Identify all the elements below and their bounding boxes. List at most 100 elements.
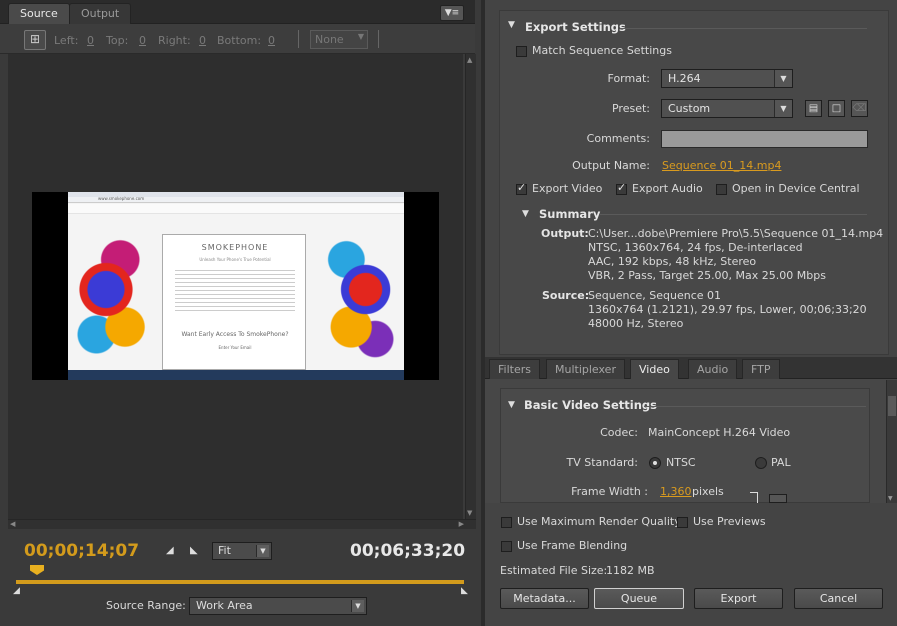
match-sequence-checkbox[interactable] bbox=[516, 46, 527, 57]
set-in-point-icon[interactable]: ◢ bbox=[166, 545, 174, 556]
pal-radio[interactable] bbox=[755, 457, 767, 469]
windows-taskbar bbox=[68, 370, 404, 380]
output-name-link[interactable]: Sequence 01_14.mp4 bbox=[662, 159, 781, 172]
site-nav bbox=[68, 204, 404, 214]
summary-output-line: AAC, 192 kbps, 48 kHz, Stereo bbox=[588, 255, 757, 268]
frame-width-unit: pixels bbox=[692, 485, 724, 498]
toolbar-divider bbox=[378, 30, 379, 48]
save-preset-icon[interactable]: ▤ bbox=[805, 100, 822, 117]
use-previews-checkbox[interactable] bbox=[677, 517, 688, 528]
chevron-down-icon: ▼ bbox=[774, 100, 792, 117]
zoom-select[interactable]: Fit ▼ bbox=[212, 542, 272, 560]
crop-right-value[interactable]: 0 bbox=[199, 34, 206, 47]
scroll-down-icon[interactable]: ▼ bbox=[888, 495, 893, 502]
source-range-label: Source Range: bbox=[106, 599, 186, 612]
frame-blending-label: Use Frame Blending bbox=[517, 539, 628, 552]
crop-left-value[interactable]: 0 bbox=[87, 34, 94, 47]
max-render-quality-checkbox[interactable] bbox=[501, 517, 512, 528]
preview-horizontal-scrollbar[interactable]: ◀ ▶ bbox=[8, 519, 476, 529]
summary-source-label: Source: bbox=[542, 289, 590, 302]
signup-card: SMOKEPHONE Unleash Your Phone's True Pot… bbox=[162, 234, 306, 370]
chain-bracket bbox=[750, 492, 758, 503]
collapse-triangle-icon[interactable]: ▼ bbox=[522, 209, 529, 219]
in-point-marker-icon[interactable]: ◢ bbox=[13, 586, 20, 596]
scroll-right-icon[interactable]: ▶ bbox=[459, 520, 464, 528]
file-size-value: 1182 MB bbox=[606, 564, 655, 577]
current-timecode[interactable]: 00;00;14;07 bbox=[24, 541, 139, 561]
link-dimensions-icon[interactable] bbox=[769, 494, 787, 503]
crop-top-value[interactable]: 0 bbox=[139, 34, 146, 47]
collapse-triangle-icon[interactable]: ▼ bbox=[508, 20, 515, 30]
scroll-up-icon[interactable]: ▲ bbox=[467, 56, 472, 64]
chevron-down-icon: ▼ bbox=[256, 545, 269, 557]
export-video-checkbox[interactable] bbox=[516, 181, 527, 195]
crop-left-label: Left: bbox=[54, 34, 79, 47]
file-size-label: Estimated File Size: bbox=[500, 564, 608, 577]
frame-blending-checkbox[interactable] bbox=[501, 541, 512, 552]
open-device-central-label: Open in Device Central bbox=[732, 182, 860, 195]
work-area-bar[interactable] bbox=[16, 580, 464, 584]
settings-scrollbar[interactable]: ▼ bbox=[886, 380, 897, 503]
basic-video-title: Basic Video Settings bbox=[524, 398, 657, 412]
panel-menu-icon[interactable]: ▼≡ bbox=[440, 5, 464, 21]
out-point-marker-icon[interactable]: ◣ bbox=[461, 586, 468, 596]
import-preset-icon[interactable]: □ bbox=[828, 100, 845, 117]
export-audio-checkbox[interactable] bbox=[616, 181, 627, 195]
tab-source[interactable]: Source bbox=[8, 3, 70, 24]
tab-filters[interactable]: Filters bbox=[489, 359, 540, 379]
tab-output[interactable]: Output bbox=[69, 3, 132, 24]
browser-addressbar: www.smokephone.com bbox=[68, 196, 404, 203]
preset-value: Custom bbox=[668, 102, 711, 115]
color-splash-right bbox=[308, 222, 404, 372]
codec-label: Codec: bbox=[600, 426, 638, 439]
crop-icon[interactable]: ⊞ bbox=[24, 30, 46, 50]
tab-multiplexer[interactable]: Multiplexer bbox=[546, 359, 625, 379]
comments-input[interactable] bbox=[661, 130, 868, 148]
zoom-value: Fit bbox=[218, 544, 231, 557]
format-label: Format: bbox=[607, 72, 650, 85]
collapse-triangle-icon[interactable]: ▼ bbox=[508, 400, 515, 410]
format-select[interactable]: H.264 ▼ bbox=[661, 69, 793, 88]
chevron-down-icon: ▼ bbox=[351, 600, 364, 612]
crop-ratio-select[interactable]: None ▼ bbox=[310, 30, 368, 49]
crop-bottom-value[interactable]: 0 bbox=[268, 34, 275, 47]
crop-toolbar: ⊞ Left: 0 Top: 0 Right: 0 Bottom: 0 None… bbox=[0, 24, 475, 54]
format-value: H.264 bbox=[668, 72, 701, 85]
tab-video[interactable]: Video bbox=[630, 359, 679, 379]
pal-label: PAL bbox=[771, 456, 791, 469]
preset-select[interactable]: Custom ▼ bbox=[661, 99, 793, 118]
scroll-left-icon[interactable]: ◀ bbox=[10, 520, 15, 528]
ntsc-radio[interactable] bbox=[649, 457, 661, 469]
section-divider bbox=[600, 214, 867, 215]
source-panel: Source Output ▼≡ ⊞ Left: 0 Top: 0 Right:… bbox=[0, 0, 481, 626]
max-render-quality-label: Use Maximum Render Quality bbox=[517, 515, 681, 528]
frame-width-value[interactable]: 1,360 bbox=[660, 485, 692, 498]
crop-ratio-value: None bbox=[315, 33, 344, 46]
crop-top-label: Top: bbox=[106, 34, 129, 47]
scroll-down-icon[interactable]: ▼ bbox=[467, 509, 472, 517]
export-settings-title: Export Settings bbox=[525, 20, 626, 34]
summary-output-line: VBR, 2 Pass, Target 25.00, Max 25.00 Mbp… bbox=[588, 269, 826, 282]
metadata-button[interactable]: Metadata... bbox=[500, 588, 589, 609]
queue-button[interactable]: Queue bbox=[594, 588, 684, 609]
export-video-label: Export Video bbox=[532, 182, 603, 195]
color-splash-left bbox=[68, 222, 163, 372]
delete-preset-icon[interactable]: ⌫ bbox=[851, 100, 868, 117]
match-sequence-label: Match Sequence Settings bbox=[532, 44, 672, 57]
preview-vertical-scrollbar[interactable]: ▲ ▼ bbox=[465, 54, 476, 519]
comments-label: Comments: bbox=[586, 132, 650, 145]
source-range-select[interactable]: Work Area ▼ bbox=[189, 597, 367, 615]
tab-audio[interactable]: Audio bbox=[688, 359, 738, 379]
summary-output-label: Output: bbox=[541, 227, 589, 240]
tab-ftp[interactable]: FTP bbox=[742, 359, 780, 379]
frame-width-label: Frame Width : bbox=[571, 485, 648, 498]
scroll-thumb[interactable] bbox=[888, 396, 896, 416]
export-button[interactable]: Export bbox=[694, 588, 783, 609]
open-device-central-checkbox[interactable] bbox=[716, 184, 727, 195]
card-body-text bbox=[175, 267, 295, 313]
crop-right-label: Right: bbox=[158, 34, 191, 47]
set-out-point-icon[interactable]: ◣ bbox=[190, 545, 198, 556]
source-range-value: Work Area bbox=[196, 599, 253, 612]
ntsc-label: NTSC bbox=[666, 456, 696, 469]
cancel-button[interactable]: Cancel bbox=[794, 588, 883, 609]
